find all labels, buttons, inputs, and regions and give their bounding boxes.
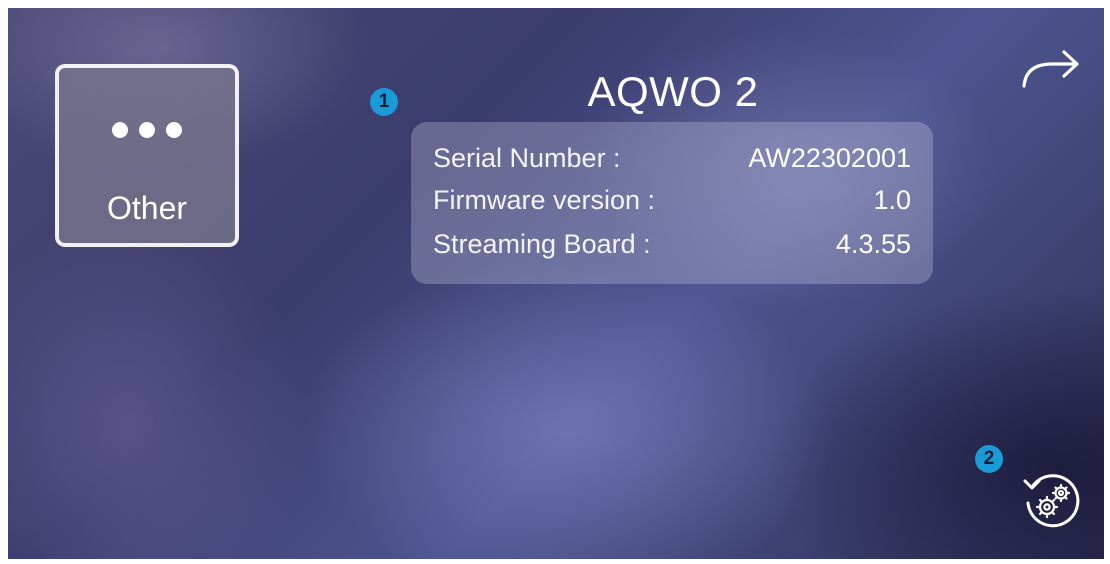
info-label: Serial Number : (433, 142, 621, 173)
device-name: AQWO 2 (587, 68, 759, 115)
device-info-screen: Other 1 AQWO 2 Serial Number : AW2230200… (8, 8, 1104, 559)
info-value: AW22302001 (748, 142, 911, 173)
info-row-firmware-version: Firmware version : 1.0 (433, 182, 911, 218)
settings-reset-icon (1023, 474, 1080, 528)
other-button[interactable]: Other (55, 64, 239, 247)
dot (112, 122, 128, 138)
callout-badge-2: 2 (975, 445, 1003, 473)
info-label: Streaming Board : (433, 228, 651, 259)
callout-badge-1: 1 (370, 88, 398, 116)
info-value: 1.0 (873, 184, 911, 215)
info-label: Firmware version : (433, 184, 656, 215)
more-horizontal-icon (59, 122, 235, 138)
settings-reset-button[interactable] (1020, 469, 1084, 533)
device-info-card: Serial Number : AW22302001 Firmware vers… (411, 122, 933, 284)
info-row-streaming-board: Streaming Board : 4.3.55 (433, 226, 911, 262)
arrow-right-icon (1022, 50, 1079, 88)
info-value: 4.3.55 (835, 228, 911, 259)
other-label: Other (106, 190, 188, 226)
info-row-serial-number: Serial Number : AW22302001 (433, 140, 911, 176)
dot (139, 122, 155, 138)
dot (166, 122, 182, 138)
next-button[interactable] (1018, 48, 1084, 92)
